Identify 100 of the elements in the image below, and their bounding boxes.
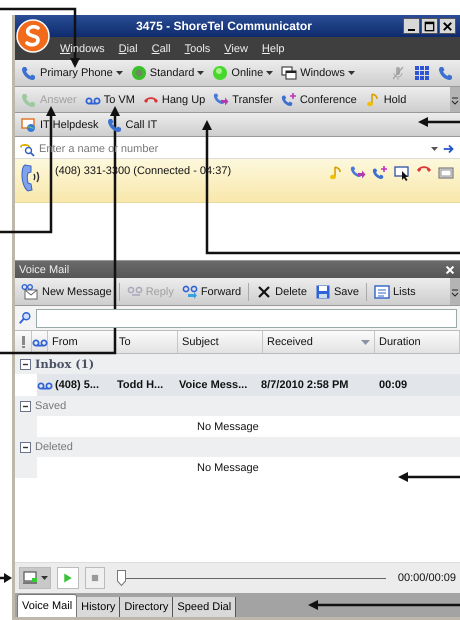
search-icon xyxy=(18,311,32,325)
caret-icon xyxy=(431,147,438,151)
hang-up-icon xyxy=(416,165,432,173)
computer-icon xyxy=(22,570,38,586)
delete-icon xyxy=(256,284,272,300)
search-field[interactable] xyxy=(36,308,457,328)
forward-button[interactable]: Forward xyxy=(178,282,244,300)
delete-button[interactable]: Delete xyxy=(253,282,310,300)
status-icon xyxy=(212,65,228,81)
device-button[interactable] xyxy=(19,567,51,589)
caret-icon xyxy=(41,576,48,580)
table-cell: Todd H... xyxy=(117,374,179,396)
phone-button[interactable]: Primary Phone xyxy=(18,64,126,82)
window-cursor-icon xyxy=(394,165,410,181)
close-icon xyxy=(444,264,456,276)
caret-icon xyxy=(116,71,123,75)
hang-up-button[interactable]: Hang Up xyxy=(140,92,208,106)
save-button[interactable]: Save xyxy=(312,282,362,300)
phone-icon xyxy=(21,163,41,193)
new-message-button[interactable]: New Message xyxy=(18,282,115,300)
windows-icon xyxy=(281,65,298,81)
empty-message: No Message xyxy=(196,462,260,474)
close-button[interactable] xyxy=(439,18,456,34)
tab[interactable]: Speed Dial xyxy=(173,597,236,617)
transfer-icon xyxy=(350,165,366,181)
lists-button[interactable]: Lists xyxy=(371,282,419,300)
hold-button[interactable]: Hold xyxy=(362,90,410,108)
status-icon xyxy=(130,65,147,81)
column-header[interactable]: To xyxy=(115,331,178,353)
slider-thumb[interactable] xyxy=(117,570,126,586)
caret-icon xyxy=(266,71,274,75)
menu-item[interactable]: Tools xyxy=(180,40,216,56)
presence-button[interactable]: Online xyxy=(209,64,276,82)
minimize-button[interactable] xyxy=(403,18,420,34)
panel-title: Voice Mail xyxy=(19,264,70,276)
save-icon xyxy=(314,284,331,300)
caret-icon xyxy=(348,71,355,75)
conference-icon xyxy=(280,92,297,108)
menu-item[interactable]: Help xyxy=(256,40,290,56)
list-icon xyxy=(374,284,390,300)
column-header[interactable]: Subject xyxy=(178,331,263,353)
phone-icon xyxy=(21,65,37,81)
hang-up-icon xyxy=(142,96,159,104)
phone-icon xyxy=(106,116,122,132)
group-header[interactable]: Saved xyxy=(35,400,66,412)
table-cell: 8/7/2010 2:58 PM xyxy=(261,374,379,396)
window-title: 3475 - ShoreTel Communicator xyxy=(135,19,313,33)
envelope-icon xyxy=(21,284,39,300)
menu-item[interactable]: Dial xyxy=(114,40,143,56)
table-cell: (408) 5... xyxy=(55,374,117,396)
conference-button[interactable] xyxy=(372,165,388,181)
message-row[interactable]: (408) 5... Todd H... Voice Mess... 8/7/2010 2:58 PM 00:09 xyxy=(15,374,460,396)
screen-button[interactable] xyxy=(394,165,410,181)
transfer-button[interactable] xyxy=(350,165,366,181)
conference-button[interactable]: Conference xyxy=(278,90,360,108)
column-header[interactable]: Received xyxy=(263,331,375,353)
windows-button[interactable]: Windows xyxy=(278,64,358,82)
play-icon xyxy=(62,572,74,584)
conference-icon xyxy=(372,165,388,181)
minimize-icon xyxy=(408,29,415,31)
music-note-icon xyxy=(328,165,344,181)
column-header[interactable]: Duration xyxy=(375,331,460,353)
music-note-icon xyxy=(364,92,381,108)
phone-icon xyxy=(438,65,454,81)
table-cell: 00:09 xyxy=(379,374,460,396)
dialpad-icon xyxy=(414,65,430,81)
card-icon xyxy=(438,165,454,181)
stop-button[interactable] xyxy=(85,567,105,589)
menu-item[interactable]: Call xyxy=(146,40,176,56)
transfer-button[interactable]: Transfer xyxy=(210,90,276,108)
callout-arrow xyxy=(398,472,460,482)
to-voicemail-button[interactable]: To VM xyxy=(82,90,138,108)
monitor-icon xyxy=(21,116,37,132)
status-button[interactable]: Standard xyxy=(128,64,208,82)
transfer-icon xyxy=(213,92,230,108)
empty-message: No Message xyxy=(196,420,260,432)
table-cell: Voice Mess... xyxy=(179,374,261,396)
group-header[interactable]: Deleted xyxy=(35,441,73,453)
sort-icon xyxy=(361,340,370,344)
tab[interactable]: Voice Mail xyxy=(17,594,78,617)
arrow-icon xyxy=(442,142,456,156)
menu-item[interactable]: View xyxy=(219,40,253,56)
muted-microphone-icon xyxy=(390,65,406,81)
callout-arrow xyxy=(0,573,12,583)
forward-icon xyxy=(182,284,198,300)
call-it-button[interactable]: Call IT xyxy=(104,116,160,134)
group-header[interactable]: Inbox (1) xyxy=(35,357,94,371)
column-header[interactable]: From xyxy=(48,331,115,353)
close-icon xyxy=(441,20,454,32)
phone-icon xyxy=(21,92,37,108)
card-button[interactable] xyxy=(438,165,454,181)
search-icon xyxy=(19,141,35,157)
tab[interactable]: History xyxy=(77,597,120,617)
helpdesk-button[interactable]: IT Helpdesk xyxy=(18,116,102,134)
maximize-icon xyxy=(423,20,436,32)
menu-item[interactable]: Windows xyxy=(55,40,110,56)
tab[interactable]: Directory xyxy=(120,597,174,617)
playback-time: 00:00/00:09 xyxy=(398,572,456,584)
maximize-button[interactable] xyxy=(421,18,438,34)
caret-icon xyxy=(197,71,204,75)
